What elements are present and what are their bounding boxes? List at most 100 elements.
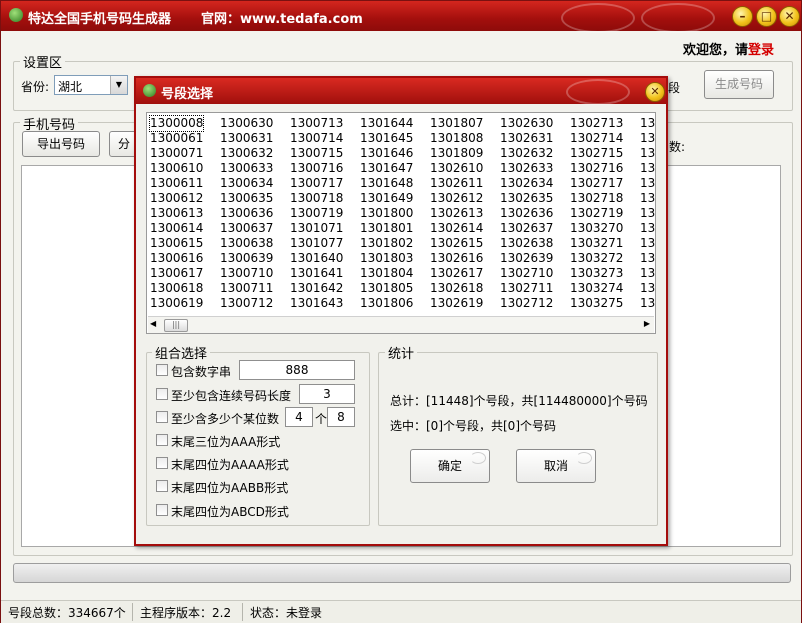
list-item[interactable]: 1300631 <box>220 131 273 146</box>
minimize-button[interactable]: – <box>732 6 753 27</box>
list-item[interactable]: 1300611 <box>150 176 203 191</box>
list-item[interactable]: 1301641 <box>290 266 343 281</box>
scroll-right-icon[interactable]: ▶ <box>644 319 650 328</box>
list-item[interactable]: 1300638 <box>220 236 273 251</box>
list-item[interactable]: 130 <box>640 176 655 191</box>
export-button[interactable]: 导出号码 <box>22 131 100 157</box>
list-item[interactable]: 1301649 <box>360 191 413 206</box>
list-item[interactable]: 1302715 <box>570 146 623 161</box>
list-item[interactable]: 1302635 <box>500 191 553 206</box>
list-item[interactable]: 1302637 <box>500 221 553 236</box>
list-item[interactable]: 1300616 <box>150 251 203 266</box>
list-item[interactable]: 1300710 <box>220 266 273 281</box>
list-item[interactable]: 1302613 <box>430 206 483 221</box>
list-item[interactable]: 1303275 <box>570 296 623 311</box>
list-item[interactable]: 1300718 <box>290 191 343 206</box>
list-item[interactable]: 1300716 <box>290 161 343 176</box>
list-item[interactable]: 1302714 <box>570 131 623 146</box>
list-item[interactable]: 1300712 <box>220 296 273 311</box>
list-item[interactable]: 130 <box>640 146 655 161</box>
list-item[interactable]: 1301640 <box>290 251 343 266</box>
list-item[interactable]: 1302719 <box>570 206 623 221</box>
list-item[interactable]: 130 <box>640 221 655 236</box>
maximize-button[interactable]: □ <box>756 6 777 27</box>
list-item[interactable]: 1303273 <box>570 266 623 281</box>
contains-input[interactable]: 888 <box>239 360 355 380</box>
list-item[interactable]: 1302634 <box>500 176 553 191</box>
list-item[interactable]: 1301644 <box>360 116 413 131</box>
digit-checkbox[interactable] <box>156 411 168 423</box>
list-item[interactable]: 1300634 <box>220 176 273 191</box>
generate-button[interactable]: 生成号码 <box>704 70 774 99</box>
list-item[interactable]: 1300615 <box>150 236 203 251</box>
dialog-title-bar[interactable]: 号段选择 ✕ <box>136 78 666 105</box>
list-item[interactable]: 1300613 <box>150 206 203 221</box>
list-item[interactable]: 1303271 <box>570 236 623 251</box>
list-item[interactable]: 1302718 <box>570 191 623 206</box>
list-item[interactable]: 1302614 <box>430 221 483 236</box>
list-item[interactable]: 1303272 <box>570 251 623 266</box>
list-item[interactable]: 1300617 <box>150 266 203 281</box>
list-item[interactable]: 1300713 <box>290 116 343 131</box>
list-item[interactable]: 1303274 <box>570 281 623 296</box>
list-item[interactable]: 1302616 <box>430 251 483 266</box>
list-item[interactable]: 130 <box>640 206 655 221</box>
list-item[interactable]: 1300614 <box>150 221 203 236</box>
cancel-button[interactable]: 取消 <box>516 449 596 483</box>
list-item[interactable]: 1301809 <box>430 146 483 161</box>
scroll-left-icon[interactable]: ◀ <box>150 319 156 328</box>
chevron-down-icon[interactable]: ▼ <box>110 76 127 94</box>
list-item[interactable]: 1300719 <box>290 206 343 221</box>
list-item[interactable]: 1302631 <box>500 131 553 146</box>
list-item[interactable]: 1302713 <box>570 116 623 131</box>
abcd-checkbox[interactable] <box>156 504 168 516</box>
list-item[interactable]: 1300637 <box>220 221 273 236</box>
list-item[interactable]: 1301645 <box>360 131 413 146</box>
list-item[interactable]: 1301071 <box>290 221 343 236</box>
list-item[interactable]: 1302617 <box>430 266 483 281</box>
list-item[interactable]: 1301808 <box>430 131 483 146</box>
ok-button[interactable]: 确定 <box>410 449 490 483</box>
list-item[interactable]: 130 <box>640 281 655 296</box>
list-item[interactable]: 1302711 <box>500 281 553 296</box>
list-item[interactable]: 1302716 <box>570 161 623 176</box>
list-item[interactable]: 1301642 <box>290 281 343 296</box>
list-item[interactable]: 1301806 <box>360 296 413 311</box>
list-item[interactable]: 130 <box>640 161 655 176</box>
list-item[interactable]: 1302633 <box>500 161 553 176</box>
list-item[interactable]: 1300630 <box>220 116 273 131</box>
list-item[interactable]: 1301801 <box>360 221 413 236</box>
list-item[interactable]: 1300618 <box>150 281 203 296</box>
scroll-thumb[interactable]: ||| <box>164 319 188 332</box>
list-item[interactable]: 1301077 <box>290 236 343 251</box>
contains-checkbox[interactable] <box>156 364 168 376</box>
list-item[interactable]: 1302636 <box>500 206 553 221</box>
list-item[interactable]: 1300612 <box>150 191 203 206</box>
list-item[interactable]: 1302611 <box>430 176 483 191</box>
list-item[interactable]: 1301804 <box>360 266 413 281</box>
list-item[interactable]: 1301803 <box>360 251 413 266</box>
list-item[interactable]: 1302717 <box>570 176 623 191</box>
list-item[interactable]: 1302619 <box>430 296 483 311</box>
list-item[interactable]: 1302615 <box>430 236 483 251</box>
list-item[interactable]: 1301802 <box>360 236 413 251</box>
list-item[interactable]: 1301643 <box>290 296 343 311</box>
list-item[interactable]: 1300071 <box>150 146 203 161</box>
list-item[interactable]: 1302612 <box>430 191 483 206</box>
list-item[interactable]: 130 <box>640 131 655 146</box>
segment-list[interactable]: 1300008 1300061 1300071 1300610 1300611 … <box>146 112 656 334</box>
list-item[interactable]: 1302639 <box>500 251 553 266</box>
list-item[interactable]: 1300711 <box>220 281 273 296</box>
list-item[interactable]: 1301646 <box>360 146 413 161</box>
list-item[interactable]: 1300610 <box>150 161 203 176</box>
title-bar[interactable]: 特达全国手机号码生成器 官网：www.tedafa.com – □ ✕ <box>1 1 801 33</box>
list-item[interactable]: 130 <box>640 296 655 311</box>
horizontal-scrollbar[interactable]: ◀ ||| ▶ <box>148 316 654 333</box>
list-item[interactable]: 1301807 <box>430 116 483 131</box>
close-button[interactable]: ✕ <box>779 6 800 27</box>
list-item[interactable]: 1300061 <box>150 131 203 146</box>
list-item[interactable]: 1300639 <box>220 251 273 266</box>
consecutive-checkbox[interactable] <box>156 388 168 400</box>
list-item[interactable]: 1300619 <box>150 296 203 311</box>
list-item[interactable]: 1301805 <box>360 281 413 296</box>
